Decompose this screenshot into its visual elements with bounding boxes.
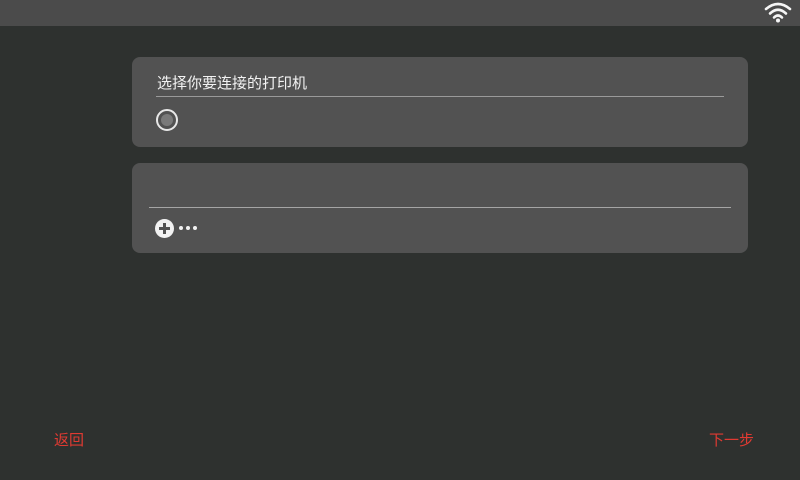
divider [149,207,731,208]
more-dots-icon [179,226,197,230]
plus-circle-icon [155,218,174,238]
printer-setup-screen: 选择你要连接的打印机 返回 下一步 [0,0,800,480]
status-bar [0,0,800,26]
divider [156,96,724,97]
printer-radio-option[interactable] [156,109,178,131]
back-button[interactable]: 返回 [54,430,84,450]
printer-selection-panel: 选择你要连接的打印机 [132,57,748,147]
next-button[interactable]: 下一步 [709,430,754,450]
radio-dot [161,114,173,126]
wifi-icon [764,2,792,23]
add-printer-panel [132,163,748,253]
printer-panel-title: 选择你要连接的打印机 [157,74,308,92]
add-printer-button[interactable] [155,218,197,238]
